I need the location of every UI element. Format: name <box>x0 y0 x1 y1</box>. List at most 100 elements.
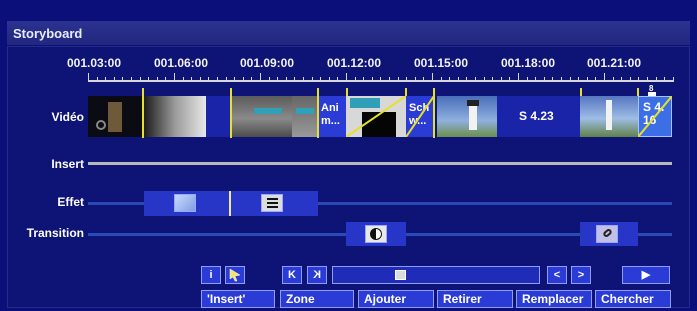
video-clip-anim[interactable]: Ani m... <box>318 96 346 137</box>
effect-block[interactable] <box>144 191 230 216</box>
transition-diagonal <box>406 96 434 137</box>
ruler-tick <box>604 73 605 80</box>
window-title: Storyboard <box>7 21 690 45</box>
ruler-tick <box>88 73 89 80</box>
effect-list-icon <box>261 194 283 212</box>
ruler-tick <box>294 77 296 80</box>
ruler-tick <box>638 77 640 80</box>
ruler-tick <box>311 77 313 80</box>
scroll-left-button[interactable]: < <box>547 266 567 284</box>
ruler-tick <box>397 77 399 80</box>
ruler-tick <box>595 77 597 80</box>
transition-block[interactable] <box>346 222 406 246</box>
first-clip-button[interactable]: K <box>282 266 302 284</box>
ruler-tick <box>647 77 648 80</box>
insert-track[interactable] <box>88 162 672 165</box>
video-clip-s423[interactable]: S 4.23 <box>497 96 580 137</box>
video-clip-lighthouse[interactable] <box>580 96 638 137</box>
chercher-button[interactable]: Chercher <box>595 290 671 308</box>
ruler-tick <box>406 77 408 80</box>
track-label-insert: Insert <box>51 157 84 171</box>
ruler-tick <box>277 77 279 80</box>
ruler-tick <box>500 77 502 80</box>
ruler-tick <box>105 77 107 80</box>
cursor-button[interactable] <box>225 266 245 284</box>
ruler-tick <box>234 77 236 80</box>
transition-diagonal <box>638 96 672 137</box>
ruler-tick <box>337 77 339 80</box>
ruler-tick <box>182 77 184 80</box>
ruler-tick <box>242 77 244 80</box>
ruler-tick <box>543 77 545 80</box>
timecode-label: 001.18:00 <box>500 56 556 70</box>
ruler-tick <box>612 77 614 80</box>
ruler-tick <box>423 77 425 80</box>
ruler-tick <box>268 77 270 80</box>
transition-marker <box>346 88 348 96</box>
ruler-tick <box>569 77 571 80</box>
ruler-tick <box>354 77 356 80</box>
info-button[interactable]: i <box>201 266 221 284</box>
timecode-label: 001.21:00 <box>586 56 642 70</box>
ruler-tick <box>251 77 253 80</box>
transition-marker <box>317 88 319 138</box>
ruler-tick <box>320 77 322 80</box>
video-clip[interactable] <box>232 96 292 137</box>
ruler-tick <box>371 77 373 80</box>
video-clip[interactable] <box>292 96 318 137</box>
ruler-tick <box>260 73 261 80</box>
ruler-tick <box>629 77 631 80</box>
timecode-label: 001.06:00 <box>153 56 209 70</box>
storyboard-window: Storyboard 001.03:00 001.06:00 001.09:00… <box>0 0 697 311</box>
timecode-label: 001.15:00 <box>413 56 469 70</box>
remplacer-button[interactable]: Remplacer <box>516 290 592 308</box>
ruler-tick <box>414 77 416 80</box>
ruler-tick <box>131 77 132 80</box>
scrollbar-thumb[interactable] <box>395 270 406 280</box>
timecode-label: 001.03:00 <box>66 56 122 70</box>
last-clip-button[interactable]: K <box>307 266 327 284</box>
insert-button[interactable]: 'Insert' <box>201 290 275 308</box>
transition-block[interactable] <box>580 222 638 246</box>
ruler-tick <box>113 77 115 80</box>
video-clip[interactable] <box>144 96 206 137</box>
ruler-tick <box>509 77 511 80</box>
ruler-tick <box>208 77 210 80</box>
video-clip[interactable] <box>88 96 142 137</box>
ruler-tick <box>174 73 175 80</box>
ruler-tick <box>328 77 330 80</box>
ruler-tick <box>621 77 623 80</box>
ruler-tick <box>655 77 657 80</box>
ruler-tick <box>552 77 554 80</box>
ajouter-button[interactable]: Ajouter <box>358 290 434 308</box>
timecode-label: 001.12:00 <box>326 56 382 70</box>
ruler-tick <box>363 77 365 80</box>
play-button[interactable]: ▶ <box>622 266 670 284</box>
ruler-tick <box>457 77 459 80</box>
transition-marker <box>580 88 582 96</box>
ruler-tick <box>578 77 580 80</box>
ruler-tick <box>156 77 158 80</box>
retirer-button[interactable]: Retirer <box>437 290 513 308</box>
timecode-label: 001.09:00 <box>239 56 295 70</box>
ruler-tick <box>191 77 193 80</box>
effect-block[interactable] <box>231 191 318 216</box>
ruler-tick <box>285 77 287 80</box>
scrollbar-track[interactable] <box>332 266 540 284</box>
video-clip-lighthouse[interactable] <box>437 96 497 137</box>
ruler-tick <box>526 77 528 80</box>
ruler-tick <box>483 77 485 80</box>
cursor-arrow-icon <box>229 268 241 282</box>
ruler-tick <box>225 77 227 80</box>
ruler-tick <box>432 73 433 80</box>
ruler-tick <box>217 77 218 80</box>
ruler-tick <box>122 77 124 80</box>
ruler-tick <box>518 73 519 80</box>
track-label-effect: Effet <box>57 195 84 209</box>
ruler-tick <box>535 77 537 80</box>
scroll-right-button[interactable]: > <box>571 266 591 284</box>
track-label-transition: Transition <box>26 226 84 240</box>
video-clip[interactable] <box>206 96 232 137</box>
zone-button[interactable]: Zone <box>280 290 354 308</box>
timeline-ruler[interactable] <box>88 73 674 82</box>
